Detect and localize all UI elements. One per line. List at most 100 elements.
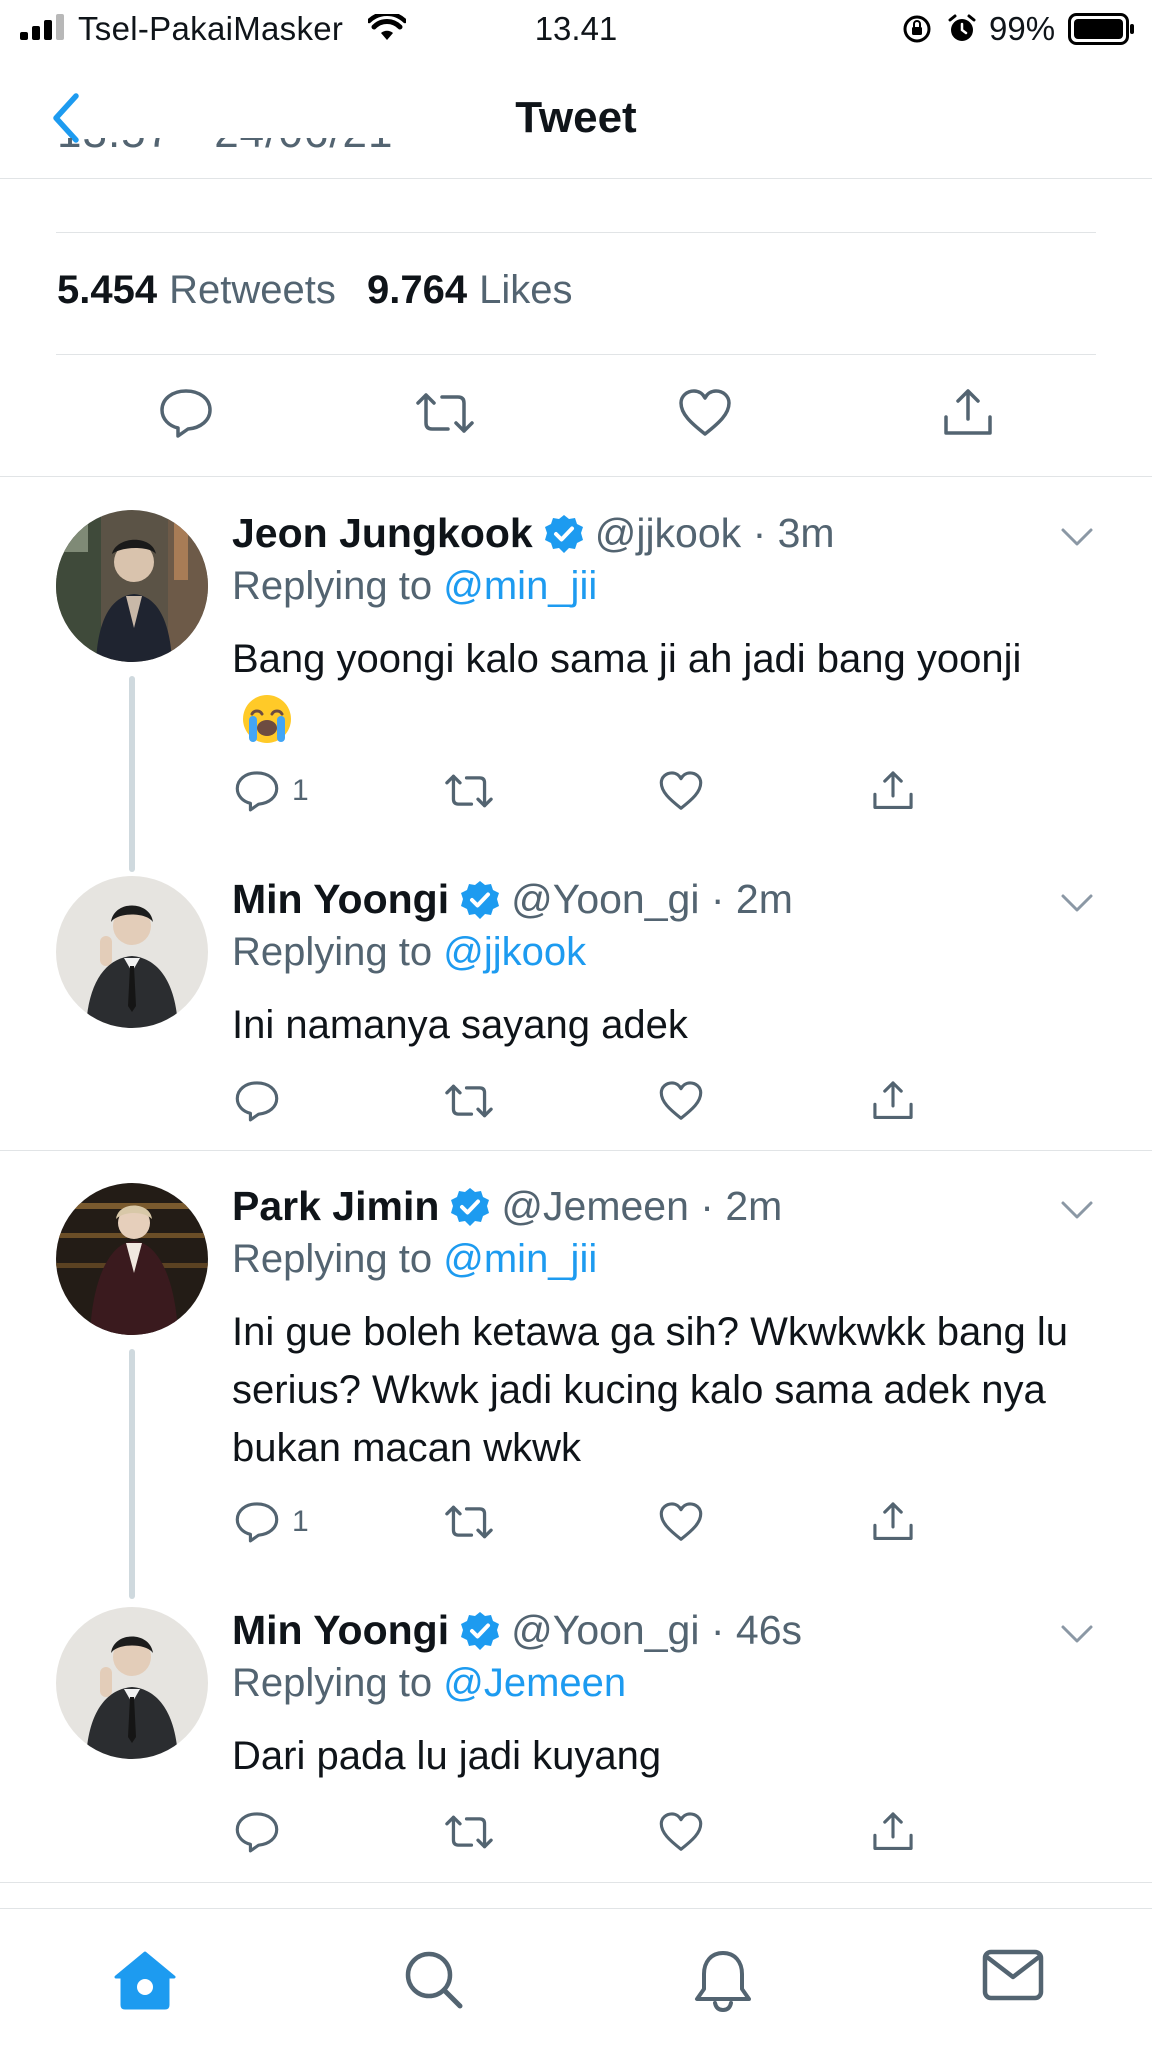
separator-dot: · bbox=[741, 510, 778, 556]
alarm-icon bbox=[948, 14, 976, 41]
handle[interactable]: @jjkook bbox=[595, 510, 741, 557]
share-button[interactable] bbox=[940, 387, 996, 439]
like-button[interactable] bbox=[658, 1810, 704, 1854]
avatar[interactable] bbox=[56, 510, 208, 662]
display-name[interactable]: Park Jimin bbox=[232, 1183, 439, 1230]
avatar-image bbox=[56, 876, 208, 1028]
bottom-tab-bar bbox=[0, 1908, 1152, 2049]
reply-button[interactable] bbox=[234, 769, 280, 813]
avatar[interactable] bbox=[56, 1183, 208, 1335]
separator-dot: · bbox=[688, 1183, 726, 1229]
avatar[interactable] bbox=[56, 1607, 208, 1759]
likes-label: Likes bbox=[479, 268, 573, 312]
mention-link[interactable]: @Jemeen bbox=[443, 1661, 626, 1705]
chevron-down-icon[interactable] bbox=[1060, 1199, 1094, 1221]
rotation-lock-icon bbox=[903, 15, 931, 43]
search-icon[interactable] bbox=[403, 1949, 465, 2011]
verified-badge-icon bbox=[544, 514, 583, 553]
verified-badge-icon bbox=[451, 1187, 490, 1226]
thread-connector-line bbox=[129, 1349, 135, 1599]
chevron-down-icon[interactable] bbox=[1060, 892, 1094, 914]
share-button[interactable] bbox=[870, 1500, 916, 1544]
engagement-stats: 5.454 Retweets 9.764 Likes bbox=[57, 268, 592, 313]
replying-to: Replying to @Jemeen bbox=[232, 1661, 626, 1706]
handle[interactable]: @Yoon_gi bbox=[511, 1607, 699, 1654]
retweet-button[interactable] bbox=[442, 1079, 496, 1123]
handle[interactable]: @Yoon_gi bbox=[511, 876, 699, 923]
avatar[interactable] bbox=[56, 876, 208, 1028]
like-button[interactable] bbox=[658, 769, 704, 813]
reply-tweet[interactable]: Jeon Jungkook @jjkook · 3m Replying to @… bbox=[0, 510, 1152, 872]
display-name[interactable]: Min Yoongi bbox=[232, 876, 449, 923]
reply-header: Min Yoongi @Yoon_gi · 46s bbox=[232, 1607, 802, 1654]
reply-count: 1 bbox=[292, 774, 309, 807]
post-time: 2m bbox=[725, 1183, 783, 1229]
reply-button[interactable] bbox=[234, 1079, 280, 1123]
retweet-button[interactable] bbox=[442, 769, 496, 813]
retweet-button[interactable] bbox=[442, 1810, 496, 1854]
reply-header: Min Yoongi @Yoon_gi · 2m bbox=[232, 876, 793, 923]
home-icon[interactable] bbox=[112, 1949, 178, 2011]
chevron-down-icon[interactable] bbox=[1060, 1623, 1094, 1645]
separator-dot: · bbox=[699, 1607, 736, 1653]
reply-button[interactable] bbox=[234, 1810, 280, 1854]
handle[interactable]: @Jemeen bbox=[501, 1183, 688, 1230]
mention-link[interactable]: @min_jii bbox=[443, 564, 597, 608]
likes-stat[interactable]: 9.764 Likes bbox=[367, 268, 593, 312]
share-button[interactable] bbox=[870, 1079, 916, 1123]
battery-icon bbox=[1068, 13, 1134, 45]
reply-header: Jeon Jungkook @jjkook · 3m bbox=[232, 510, 835, 557]
separator-dot: · bbox=[699, 876, 736, 922]
loudly-crying-face-emoji-icon bbox=[243, 695, 291, 744]
post-time: 46s bbox=[735, 1607, 802, 1653]
thread-connector-line bbox=[129, 676, 135, 872]
mention-link[interactable]: @jjkook bbox=[443, 930, 586, 974]
page-title: Tweet bbox=[515, 93, 637, 142]
envelope-icon[interactable] bbox=[982, 1949, 1044, 2001]
share-button[interactable] bbox=[870, 1810, 916, 1854]
divider bbox=[0, 1882, 1152, 1883]
display-name[interactable]: Min Yoongi bbox=[232, 1607, 449, 1654]
divider bbox=[0, 1150, 1152, 1151]
avatar-image bbox=[56, 1183, 208, 1335]
avatar-image bbox=[56, 510, 208, 662]
reply-button[interactable] bbox=[234, 1500, 280, 1544]
divider bbox=[56, 354, 1096, 355]
replying-to: Replying to @jjkook bbox=[232, 930, 586, 975]
display-name[interactable]: Jeon Jungkook bbox=[232, 510, 533, 557]
avatar-image bbox=[56, 1607, 208, 1759]
tweet-timestamp: 13.57 · 24/06/21 bbox=[57, 138, 657, 184]
reply-header: Park Jimin @Jemeen · 2m bbox=[232, 1183, 782, 1230]
retweets-stat[interactable]: 5.454 Retweets bbox=[57, 268, 367, 312]
like-button[interactable] bbox=[677, 387, 733, 439]
like-button[interactable] bbox=[658, 1500, 704, 1544]
verified-badge-icon bbox=[461, 880, 500, 919]
reply-text: Dari pada lu jadi kuyang bbox=[232, 1734, 662, 1778]
post-time: 3m bbox=[777, 510, 835, 556]
retweet-button[interactable] bbox=[442, 1500, 496, 1544]
replying-to: Replying to @min_jii bbox=[232, 1237, 597, 1282]
reply-tweet[interactable]: Min Yoongi @Yoon_gi · 2m Replying to @jj… bbox=[0, 876, 1152, 1136]
replying-label: Replying to bbox=[232, 1237, 433, 1281]
chevron-down-icon[interactable] bbox=[1060, 526, 1094, 548]
clock-time: 13.41 bbox=[534, 10, 618, 47]
mention-link[interactable]: @min_jii bbox=[443, 1237, 597, 1281]
retweet-button[interactable] bbox=[412, 387, 478, 439]
retweets-count: 5.454 bbox=[57, 268, 158, 312]
divider bbox=[0, 476, 1152, 477]
reply-tweet[interactable]: Min Yoongi @Yoon_gi · 46s Replying to @J… bbox=[0, 1607, 1152, 1867]
replying-label: Replying to bbox=[232, 564, 433, 608]
reply-tweet[interactable]: Park Jimin @Jemeen · 2m Replying to @min… bbox=[0, 1183, 1152, 1599]
reply-button[interactable] bbox=[158, 387, 214, 439]
share-button[interactable] bbox=[870, 769, 916, 813]
bell-icon[interactable] bbox=[692, 1949, 754, 2013]
battery-percentage: 99% bbox=[989, 10, 1056, 47]
replying-to: Replying to @min_jii bbox=[232, 564, 597, 609]
verified-badge-icon bbox=[461, 1611, 500, 1650]
post-time: 2m bbox=[735, 876, 793, 922]
reply-text: Ini namanya sayang adek bbox=[232, 1003, 688, 1047]
replying-label: Replying to bbox=[232, 1661, 433, 1705]
reply-text: Ini gue boleh ketawa ga sih? Wkwkwkk ban… bbox=[232, 1310, 1069, 1470]
likes-count: 9.764 bbox=[366, 268, 468, 312]
like-button[interactable] bbox=[658, 1079, 704, 1123]
